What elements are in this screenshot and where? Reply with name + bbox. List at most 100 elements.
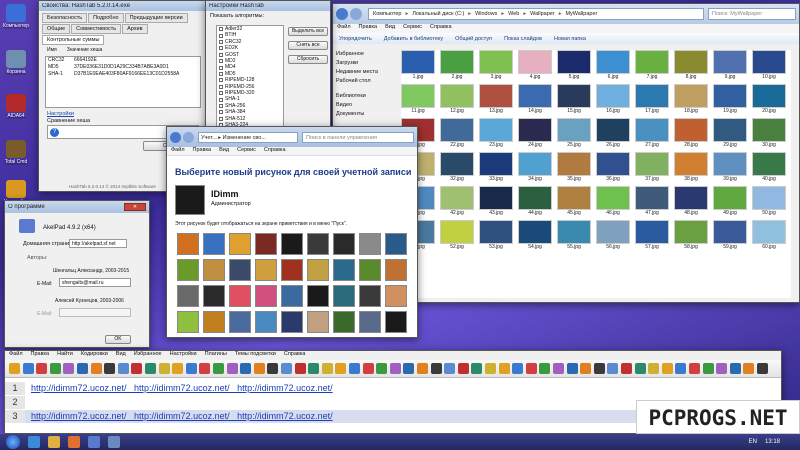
account-picture-option[interactable] <box>333 285 355 307</box>
file-thumbnail[interactable]: 9.jpg <box>713 50 747 80</box>
forward-icon[interactable] <box>350 8 362 20</box>
account-search-input[interactable]: Поиск в панели управления <box>302 131 414 143</box>
homepage-field[interactable]: http://akelpad.sf.net <box>69 239 127 248</box>
nav-item[interactable]: Библиотеки <box>336 92 394 101</box>
toolbar-icon[interactable] <box>90 363 102 374</box>
account-picture-option[interactable] <box>307 233 329 255</box>
toolbar-icon[interactable] <box>158 363 170 374</box>
account-picture-option[interactable] <box>359 285 381 307</box>
toolbar-icon[interactable] <box>253 363 265 374</box>
hash-row[interactable]: SHA-1 D37B1E0EAE403F80AF9166EE13C01D2558A <box>46 71 200 78</box>
file-thumbnail[interactable]: 25.jpg <box>557 118 591 148</box>
desktop-icon[interactable]: AIDA64 <box>3 94 29 119</box>
toolbar-icon[interactable] <box>349 363 360 374</box>
account-picture-option[interactable] <box>203 233 225 255</box>
toolbar-icon[interactable] <box>580 363 592 374</box>
toolbar-icon[interactable] <box>743 363 755 374</box>
toolbar-icon[interactable] <box>226 363 238 374</box>
account-picture-option[interactable] <box>255 259 277 281</box>
hashtab-titlebar[interactable]: Свойства: HashTab 5.2.0.14.exe <box>39 1 207 11</box>
menu-item[interactable]: Вид <box>385 24 395 33</box>
file-thumbnail[interactable]: 32.jpg <box>440 152 474 182</box>
file-thumbnail[interactable]: 16.jpg <box>596 84 630 114</box>
file-thumbnail[interactable]: 57.jpg <box>635 220 669 250</box>
file-thumbnail[interactable]: 5.jpg <box>557 50 591 80</box>
toolbar-icon[interactable] <box>49 363 61 374</box>
menu-item[interactable]: Справка <box>284 351 306 360</box>
algorithm-list[interactable]: Adler32 BTIH CRC32 ED2K GOST MD2 MD4 MD5 RIPEMD-… <box>216 25 284 139</box>
tab-1[interactable]: Подробно <box>88 13 124 23</box>
toolbar-icon[interactable] <box>389 363 401 374</box>
file-thumbnail[interactable]: 35.jpg <box>557 152 591 182</box>
menu-item[interactable]: Правка <box>31 351 50 360</box>
toolbar-button[interactable]: Общий доступ <box>455 36 492 42</box>
account-picture-option[interactable] <box>359 259 381 281</box>
taskbar-akelpad-icon[interactable] <box>88 436 100 448</box>
checkbox[interactable] <box>219 72 223 77</box>
toolbar-icon[interactable] <box>675 363 687 374</box>
account-picture-option[interactable] <box>281 233 303 255</box>
breadcrumb-item[interactable]: Компьютер <box>373 11 401 17</box>
account-titlebar[interactable]: Учет... ▸ Изменение сво... Поиск в панел… <box>167 127 417 147</box>
account-picture-option[interactable] <box>255 233 277 255</box>
menu-item[interactable]: Кодировки <box>81 351 108 360</box>
account-picture-option[interactable] <box>229 233 251 255</box>
editor-line[interactable]: 1 http://idimm72.ucoz.net/ http://idimm72… <box>5 382 781 395</box>
tab-6[interactable]: Контрольные суммы <box>42 35 105 45</box>
file-thumbnail[interactable]: 20.jpg <box>752 84 786 114</box>
file-thumbnail[interactable]: 37.jpg <box>635 152 669 182</box>
file-thumbnail[interactable]: 10.jpg <box>752 50 786 80</box>
file-thumbnail[interactable]: 60.jpg <box>752 220 786 250</box>
checkbox[interactable] <box>219 97 223 102</box>
file-thumbnail[interactable]: 15.jpg <box>557 84 591 114</box>
file-thumbnail[interactable]: 30.jpg <box>752 118 786 148</box>
menu-item[interactable]: Файл <box>337 24 351 33</box>
toolbar-icon[interactable] <box>430 363 442 374</box>
file-thumbnail[interactable]: 8.jpg <box>674 50 708 80</box>
clock[interactable]: 13:18 <box>765 439 780 445</box>
toolbar-icon[interactable] <box>308 363 320 374</box>
file-thumbnail[interactable]: 55.jpg <box>557 220 591 250</box>
toolbar-icon[interactable] <box>702 363 714 374</box>
menu-item[interactable]: Файл <box>9 351 23 360</box>
file-thumbnail[interactable]: 14.jpg <box>518 84 552 114</box>
checkbox[interactable] <box>219 59 223 64</box>
settings-titlebar[interactable]: Настройки HashTab <box>206 1 330 11</box>
file-thumbnail[interactable]: 50.jpg <box>752 186 786 216</box>
account-picture-option[interactable] <box>203 259 225 281</box>
toolbar-icon[interactable] <box>539 363 551 374</box>
menu-item[interactable]: Темы подсветки <box>235 351 276 360</box>
file-thumbnail[interactable]: 46.jpg <box>596 186 630 216</box>
file-thumbnail[interactable]: 26.jpg <box>596 118 630 148</box>
toolbar-icon[interactable] <box>77 363 88 374</box>
about-titlebar[interactable]: О программе ✕ <box>5 201 149 213</box>
explorer-titlebar[interactable]: Компьютер ▸ Локальный диск (C:) ▸ Windows ▸ We… <box>333 4 799 24</box>
file-thumbnail[interactable]: 23.jpg <box>479 118 513 148</box>
file-thumbnail[interactable]: 36.jpg <box>596 152 630 182</box>
toolbar-icon[interactable] <box>689 363 700 374</box>
reset-button[interactable]: Сбросить <box>288 55 328 64</box>
checkbox[interactable] <box>219 78 223 83</box>
menu-item[interactable]: Правка <box>193 147 212 155</box>
account-picture-option[interactable] <box>177 233 199 255</box>
account-picture-option[interactable] <box>333 259 355 281</box>
email1-field[interactable]: shengalts@mail.ru <box>59 278 131 287</box>
toolbar-icon[interactable] <box>444 363 456 374</box>
account-picture-option[interactable] <box>385 285 407 307</box>
desktop-icon[interactable]: Корзина <box>3 50 29 75</box>
checkbox[interactable] <box>219 104 223 109</box>
account-picture-option[interactable] <box>255 311 277 333</box>
taskbar-tool-icon[interactable] <box>108 436 120 448</box>
clear-all-button[interactable]: Снять все <box>288 41 328 50</box>
forward-icon[interactable] <box>183 131 194 143</box>
toolbar-icon[interactable] <box>362 363 374 374</box>
toolbar-icon[interactable] <box>9 363 20 374</box>
toolbar-icon[interactable] <box>335 363 347 374</box>
toolbar-icon[interactable] <box>457 363 469 374</box>
menu-item[interactable]: Избранное <box>134 351 162 360</box>
toolbar-icon[interactable] <box>661 363 673 374</box>
file-thumbnail[interactable]: 47.jpg <box>635 186 669 216</box>
file-thumbnail[interactable]: 24.jpg <box>518 118 552 148</box>
toolbar-icon[interactable] <box>294 363 306 374</box>
toolbar-button[interactable]: Упорядочить <box>339 36 372 42</box>
